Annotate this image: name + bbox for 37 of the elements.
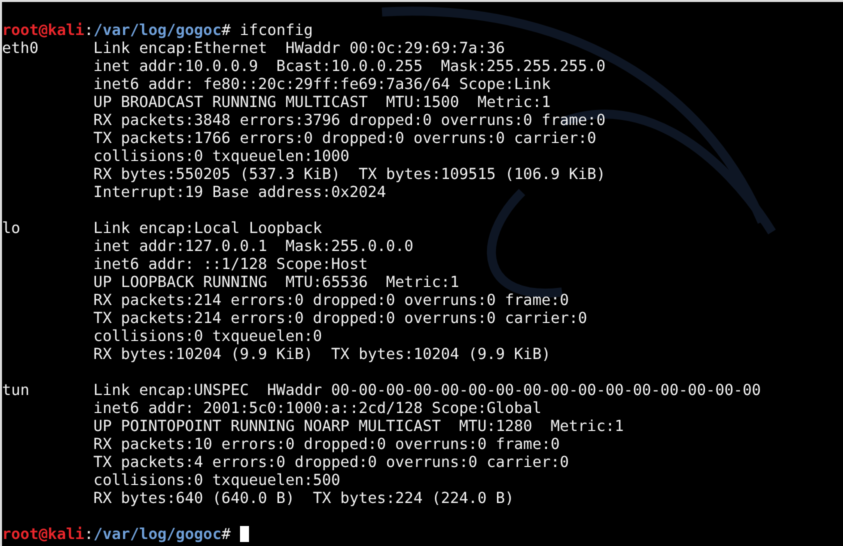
output-line: RX bytes:10204 (9.9 KiB) TX bytes:10204 (9.9 KiB) (93, 345, 552, 363)
output-line: TX packets:214 errors:0 dropped:0 overruns:0 carrier:0 (93, 309, 588, 327)
interface-name: eth0 (2, 39, 40, 57)
output-line: RX bytes:550205 (537.3 KiB) TX bytes:109515 (106.9 KiB) (93, 165, 606, 183)
output-line: collisions:0 txqueuelen:500 (93, 471, 342, 489)
output-line: RX packets:10 errors:0 dropped:0 overruns:0 frame:0 (93, 435, 561, 453)
output-line: collisions:0 txqueuelen:0 (93, 327, 324, 345)
output-line: Link encap:Local Loopback (93, 219, 324, 237)
interface-name: lo (2, 219, 22, 237)
output-line: inet6 addr: fe80::20c:29ff:fe69:7a36/64 Scope:Link (93, 75, 552, 93)
prompt-colon: : (84, 21, 94, 39)
output-line: RX packets:214 errors:0 dropped:0 overruns:0 frame:0 (93, 291, 570, 309)
command-text: ifconfig (240, 21, 313, 39)
prompt-path: /var/log/gogoc (93, 525, 222, 543)
output-line: Link encap:Ethernet HWaddr 00:0c:29:69:7a:36 (93, 39, 506, 57)
output-line: inet addr:127.0.0.1 Mask:255.0.0.0 (93, 237, 414, 255)
prompt-user-host: root@kali (2, 21, 84, 39)
prompt-colon: : (84, 525, 94, 543)
output-line: inet6 addr: ::1/128 Scope:Host (93, 255, 369, 273)
output-line: UP LOOPBACK RUNNING MTU:65536 Metric:1 (93, 273, 460, 291)
prompt-path: /var/log/gogoc (93, 21, 222, 39)
output-line: RX bytes:640 (640.0 B) TX bytes:224 (224.0 B) (93, 489, 516, 507)
output-line: UP BROADCAST RUNNING MULTICAST MTU:1500 Metric:1 (93, 93, 552, 111)
output-line: TX packets:4 errors:0 dropped:0 overruns:0 carrier:0 (93, 453, 570, 471)
output-line: Link encap:UNSPEC HWaddr 00-00-00-00-00-00-00-00-00-00-00-00-00-00-00-00 (93, 381, 761, 399)
output-line: Interrupt:19 Base address:0x2024 (93, 183, 388, 201)
prompt-symbol: # (221, 525, 231, 543)
interface-name: tun (2, 381, 30, 399)
output-line: UP POINTOPOINT RUNNING NOARP MULTICAST MTU:1280 Metric:1 (93, 417, 625, 435)
output-line: RX packets:3848 errors:3796 dropped:0 overruns:0 frame:0 (93, 111, 606, 129)
output-line: inet addr:10.0.0.9 Bcast:10.0.0.255 Mask:255.255.255.0 (93, 57, 606, 75)
output-line: collisions:0 txqueuelen:1000 (93, 147, 350, 165)
cursor-icon (240, 526, 249, 542)
output-line: TX packets:1766 errors:0 dropped:0 overruns:0 carrier:0 (93, 129, 598, 147)
prompt-symbol: # (221, 21, 231, 39)
prompt-user-host: root@kali (2, 525, 84, 543)
output-line: inet6 addr: 2001:5c0:1000:a::2cd/128 Scope:Global (93, 399, 542, 417)
